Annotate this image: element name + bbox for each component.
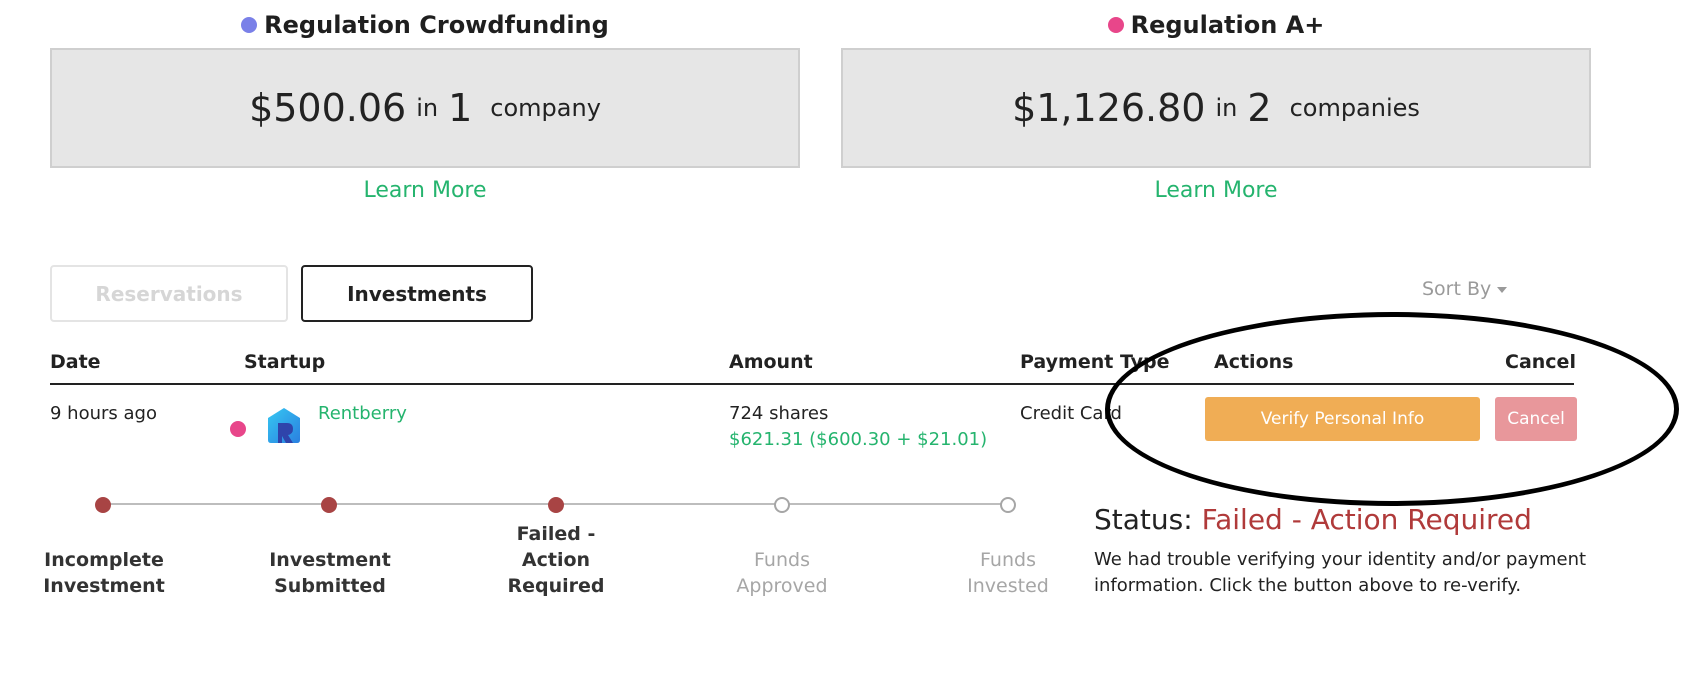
- progress-label-funds-invested: Funds Invested: [928, 547, 1088, 599]
- progress-dot-investment-submitted: [321, 497, 337, 513]
- progress-label-line: Failed -: [516, 523, 596, 545]
- status-value: Failed - Action Required: [1201, 503, 1532, 536]
- reg-a-summary-box: $1,126.80 in 2 companies: [841, 48, 1591, 168]
- progress-label-line: Funds: [754, 549, 810, 571]
- reg-a-in: in: [1215, 94, 1238, 122]
- reg-cf-dot: [241, 17, 258, 33]
- reg-cf-summary-box: $500.06 in 1 company: [50, 48, 800, 168]
- reg-a-title: Regulation A+: [841, 8, 1591, 42]
- reg-cf-title-text: Regulation Crowdfunding: [264, 11, 609, 39]
- progress-label-investment-submitted: Investment Submitted: [250, 547, 410, 599]
- row-shares: 724 shares: [729, 403, 829, 424]
- status-description: We had trouble verifying your identity a…: [1094, 549, 1587, 596]
- progress-label-line: Required: [507, 575, 605, 597]
- progress-label-failed: Failed - Action Required: [476, 521, 636, 599]
- progress-label-incomplete-investment: Incomplete Investment: [24, 547, 184, 599]
- reg-a-title-text: Regulation A+: [1130, 11, 1325, 39]
- progress-dot-funds-approved: [774, 497, 790, 513]
- status-line: Status: Failed - Action Required: [1094, 503, 1532, 536]
- table-header-divider: [50, 383, 1574, 385]
- reg-a-amount: $1,126.80: [1012, 86, 1206, 130]
- header-actions: Actions: [1214, 351, 1294, 373]
- reg-cf-learn-more-link[interactable]: Learn More: [50, 174, 800, 206]
- reg-cf-unit: company: [490, 94, 601, 122]
- row-amount-detail: $621.31 ($600.30 + $21.01): [729, 429, 988, 450]
- reg-cf-title: Regulation Crowdfunding: [50, 8, 800, 42]
- progress-label-line: Investment: [43, 575, 165, 597]
- sort-by-dropdown[interactable]: Sort By: [1422, 278, 1508, 300]
- reg-a-learn-more-link[interactable]: Learn More: [841, 174, 1591, 206]
- header-payment-type: Payment Type: [1020, 351, 1170, 373]
- rentberry-logo-icon[interactable]: [265, 406, 303, 444]
- startup-name-link[interactable]: Rentberry: [318, 403, 407, 424]
- progress-label-funds-approved: Funds Approved: [702, 547, 862, 599]
- progress-label-line: Investment: [269, 549, 391, 571]
- reg-a-dot: [1107, 17, 1124, 33]
- row-date: 9 hours ago: [50, 403, 157, 424]
- header-startup: Startup: [244, 351, 326, 373]
- progress-label-line: Approved: [736, 575, 828, 597]
- reg-a-unit: companies: [1289, 94, 1420, 122]
- header-amount: Amount: [729, 351, 813, 373]
- progress-dot-funds-invested: [1000, 497, 1016, 513]
- progress-label-line: Submitted: [274, 575, 386, 597]
- reg-cf-amount: $500.06: [249, 86, 407, 130]
- status-label: Status:: [1094, 503, 1193, 536]
- progress-label-line: Funds: [980, 549, 1036, 571]
- header-cancel: Cancel: [1505, 351, 1576, 373]
- tab-reservations[interactable]: Reservations: [50, 265, 288, 322]
- cancel-investment-button[interactable]: Cancel: [1495, 397, 1577, 441]
- progress-label-line: Incomplete: [44, 549, 164, 571]
- reg-a-count: 2: [1247, 86, 1272, 130]
- progress-dot-failed: [548, 497, 564, 513]
- progress-label-line: Action: [521, 549, 591, 571]
- progress-dot-incomplete-investment: [95, 497, 111, 513]
- tab-investments[interactable]: Investments: [301, 265, 533, 322]
- reg-cf-count: 1: [448, 86, 473, 130]
- sort-by-label: Sort By: [1422, 278, 1492, 300]
- verify-personal-info-button[interactable]: Verify Personal Info: [1205, 397, 1480, 441]
- reg-cf-in: in: [416, 94, 439, 122]
- header-date: Date: [50, 351, 101, 373]
- row-payment-type: Credit Card: [1020, 403, 1122, 424]
- progress-label-line: Invested: [967, 575, 1049, 597]
- caret-down-icon: [1497, 286, 1508, 293]
- regulation-dot: [230, 421, 246, 437]
